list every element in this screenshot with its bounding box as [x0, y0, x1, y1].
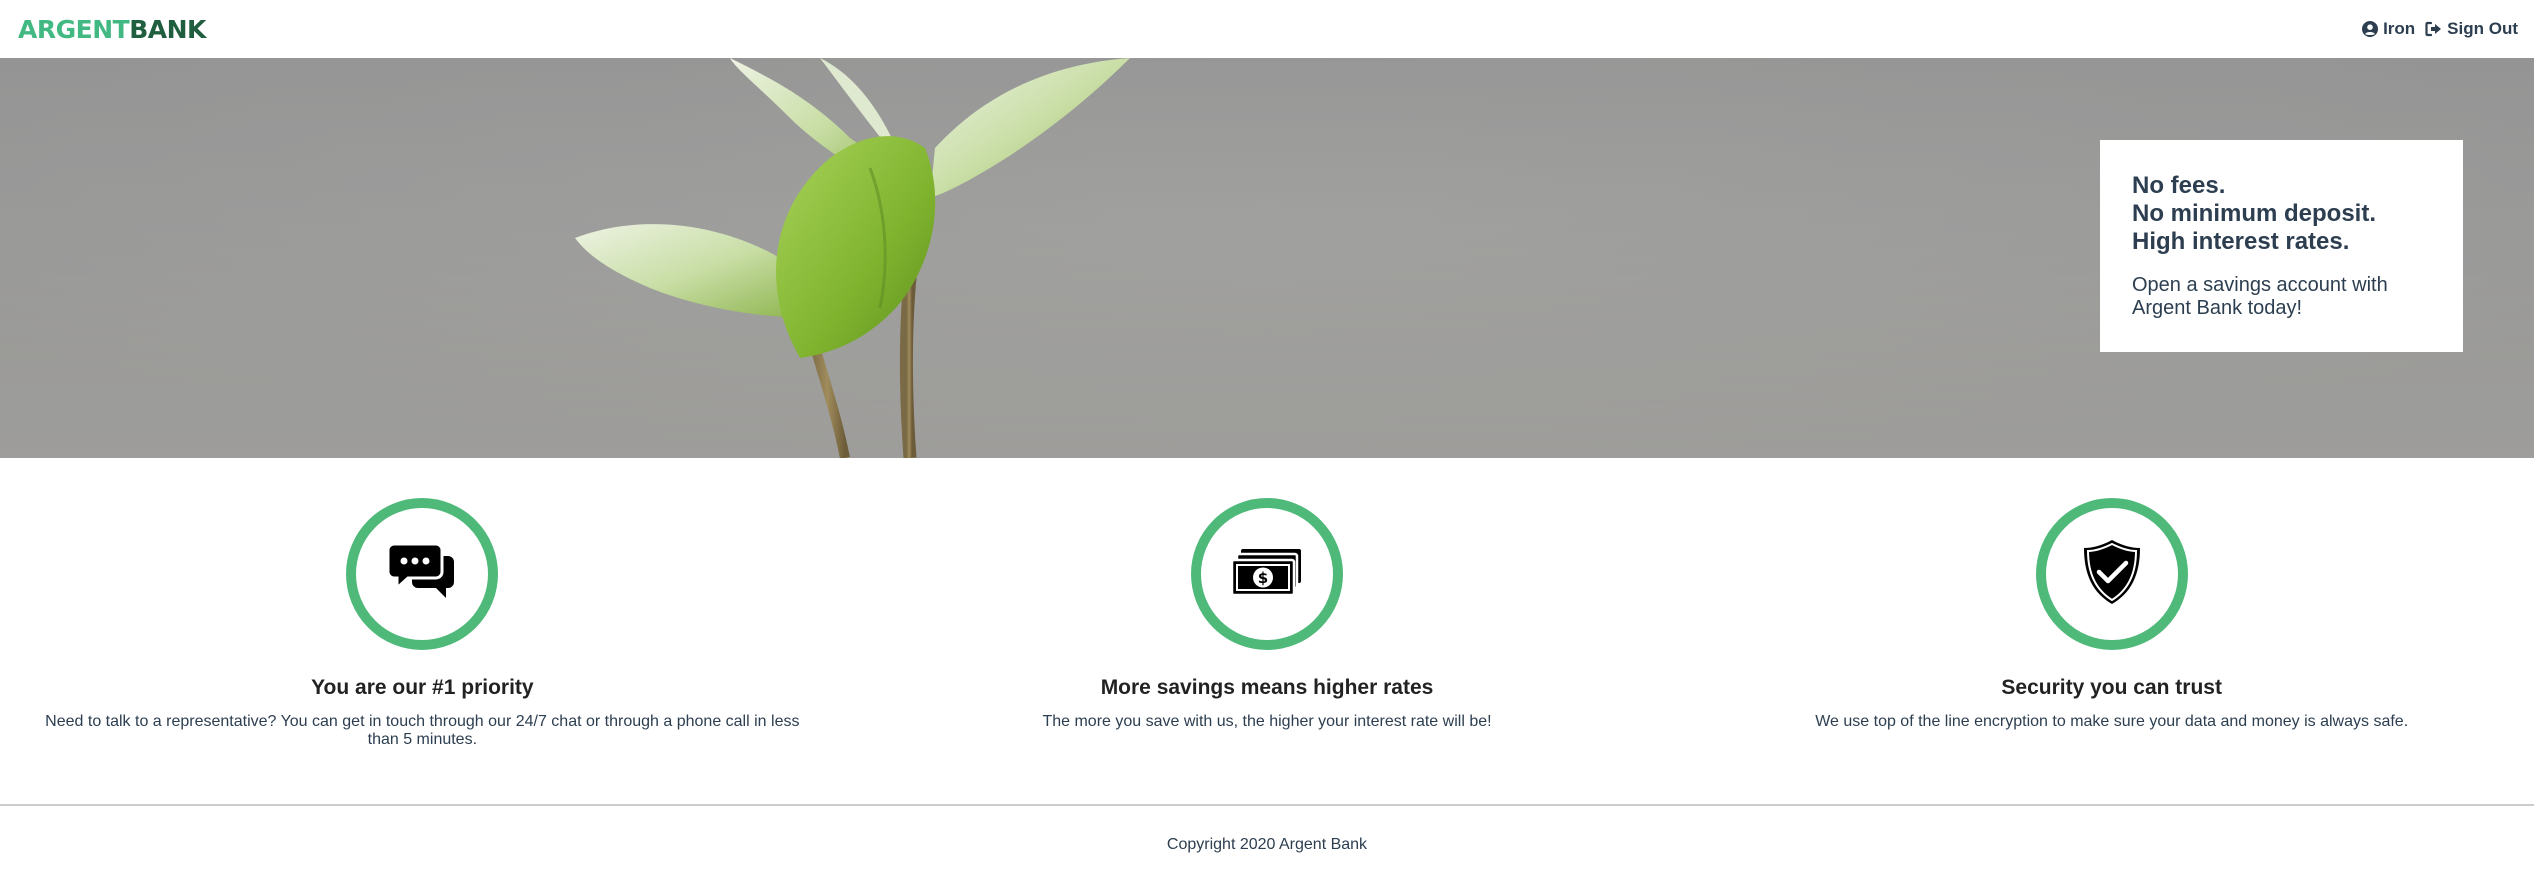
logo-text-bank: BANK — [129, 14, 206, 44]
feature-title-priority: You are our #1 priority — [311, 676, 534, 699]
main-nav: ARGENT BANK Iron Sign Out — [0, 0, 2534, 58]
feature-text-priority: Need to talk to a representative? You ca… — [45, 713, 800, 748]
sign-out-label: Sign Out — [2447, 19, 2518, 38]
user-name: Iron — [2383, 19, 2416, 38]
feature-icon-ring: $ — [1191, 498, 1343, 650]
promo-text: Open a savings account with Argent Bank … — [2132, 274, 2388, 319]
feature-item-security: Security you can trust We use top of the… — [1689, 458, 2534, 804]
feature-title-security: Security you can trust — [2001, 676, 2222, 699]
money-icon: $ — [1230, 547, 1303, 602]
user-circle-icon — [2362, 21, 2379, 37]
user-profile-link[interactable]: Iron — [2362, 19, 2415, 39]
features-section: You are our #1 priority Need to talk to … — [0, 458, 2534, 804]
feature-item-savings: $ More savings means higher rates The mo… — [845, 458, 1690, 804]
promo-subtitle-3: High interest rates. — [2132, 228, 2350, 255]
promo-subtitle-1: No fees. — [2132, 172, 2226, 199]
feature-text-security: We use top of the line encryption to mak… — [1815, 713, 2409, 730]
security-shield-icon — [2083, 539, 2141, 610]
feature-title-savings: More savings means higher rates — [1100, 676, 1434, 699]
sign-out-link[interactable]: Sign Out — [2425, 19, 2518, 39]
footer: Copyright 2020 Argent Bank — [0, 804, 2534, 880]
promo-subtitle-2: No minimum deposit. — [2132, 200, 2377, 227]
footer-copyright: Copyright 2020 Argent Bank — [1166, 836, 1368, 853]
hero-banner: No fees. No minimum deposit. High intere… — [0, 58, 2534, 458]
chat-icon — [386, 542, 456, 607]
feature-text-savings: The more you save with us, the higher yo… — [1042, 713, 1492, 730]
feature-icon-ring — [2035, 498, 2188, 650]
logo-text-argent: ARGENT — [18, 14, 130, 44]
sign-out-icon — [2425, 21, 2442, 37]
nav-user-area: Iron Sign Out — [2362, 19, 2518, 39]
feature-item-priority: You are our #1 priority Need to talk to … — [0, 458, 845, 804]
svg-text:$: $ — [1258, 569, 1268, 587]
logo-link[interactable]: ARGENT BANK — [18, 15, 206, 44]
promo-card: No fees. No minimum deposit. High intere… — [2100, 140, 2463, 352]
feature-icon-ring — [346, 498, 499, 650]
